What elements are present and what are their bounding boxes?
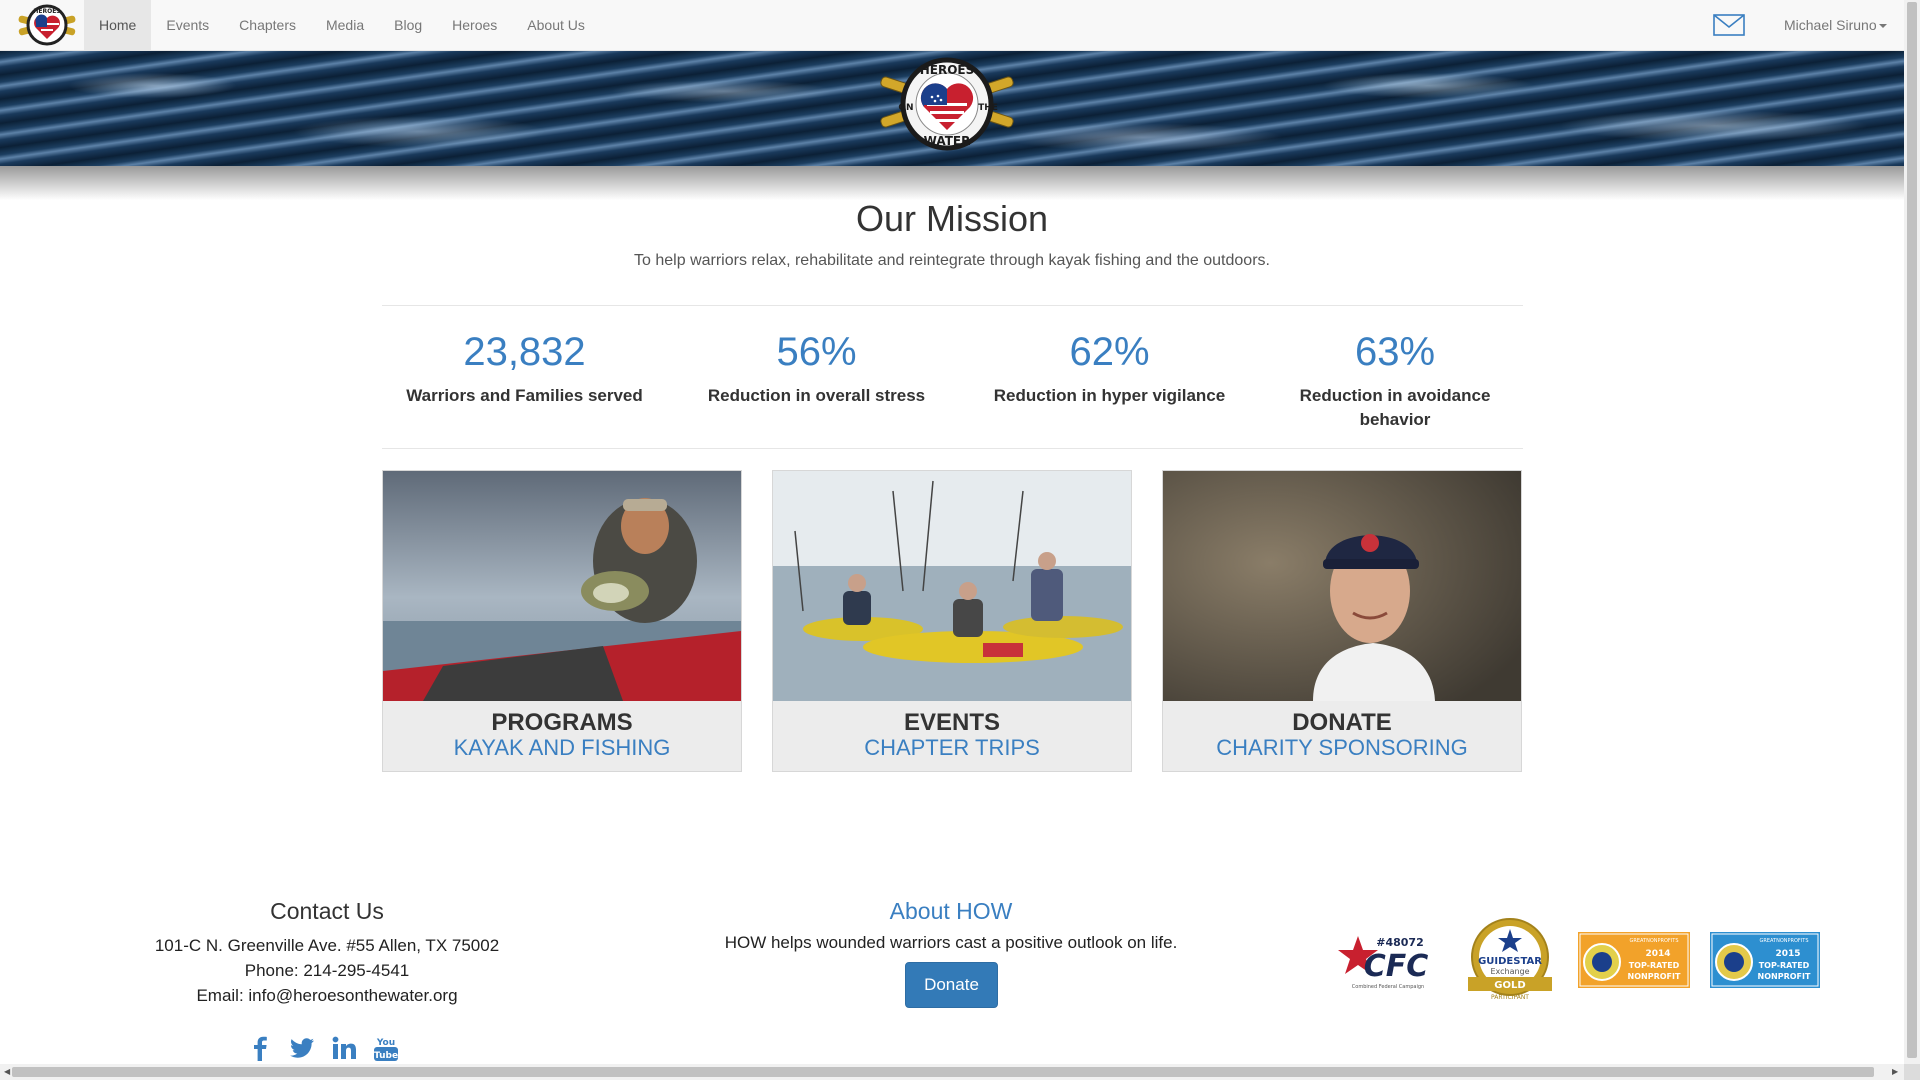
youtube-bottom-text: Tube xyxy=(374,1051,398,1061)
stat-value: 23,832 xyxy=(463,330,586,374)
social-links: You Tube xyxy=(246,1034,400,1064)
card-events[interactable]: EVENTS CHAPTER TRIPS xyxy=(772,470,1132,772)
stat-avoidance: 63% Reduction in avoidance behavior xyxy=(1280,324,1510,432)
stats-row: 23,832 Warriors and Families served 56% … xyxy=(382,324,1523,434)
user-name: Michael Siruno xyxy=(1784,17,1877,33)
nav-blog[interactable]: Blog xyxy=(379,0,437,50)
stat-hyper-vigilance: 62% Reduction in hyper vigilance xyxy=(967,324,1252,408)
horizontal-scroll-thumb[interactable] xyxy=(12,1067,1874,1077)
hero-logo-left-text: ON xyxy=(898,103,913,113)
facebook-icon[interactable] xyxy=(246,1034,274,1062)
stat-label: Warriors and Families served xyxy=(406,386,643,405)
youtube-top-text: You xyxy=(376,1038,395,1048)
hero-logo-bottom-text: WATER xyxy=(924,134,971,148)
nav-about-us[interactable]: About Us xyxy=(512,0,600,50)
gnp-2015-line2: NONPROFIT xyxy=(1758,972,1811,981)
card-image-volunteer-portrait xyxy=(1163,471,1521,701)
card-title: DONATE xyxy=(1292,709,1392,736)
linkedin-icon[interactable] xyxy=(330,1034,358,1062)
hero-logo-right-text: THE xyxy=(978,103,998,113)
stat-warriors: 23,832 Warriors and Families served xyxy=(382,324,667,408)
scroll-right-arrow-icon[interactable]: ▶ xyxy=(1892,1064,1898,1080)
scroll-left-arrow-icon[interactable]: ◀ xyxy=(4,1064,10,1080)
cfc-small-text: Combined Federal Campaign xyxy=(1352,984,1424,990)
nav-heroes[interactable]: Heroes xyxy=(437,0,512,50)
gnp-2014-brand: GREATNONPROFITS xyxy=(1629,938,1678,944)
vertical-scrollbar[interactable] xyxy=(1904,0,1920,1064)
gnp-2015-brand: GREATNONPROFITS xyxy=(1759,938,1808,944)
logo-top-text: HEROES xyxy=(33,8,60,15)
nav-chapters[interactable]: Chapters xyxy=(224,0,311,50)
stat-value: 62% xyxy=(1069,330,1150,374)
card-subtitle: KAYAK AND FISHING xyxy=(453,735,671,760)
envelope-icon[interactable] xyxy=(1713,14,1745,36)
nav-events[interactable]: Events xyxy=(151,0,224,50)
twitter-icon[interactable] xyxy=(288,1034,316,1062)
guidestar-participant: PARTICIPANT xyxy=(1491,994,1529,1001)
mission-text: To help warriors relax, rehabilitate and… xyxy=(634,252,1270,269)
gnp-2014-year: 2014 xyxy=(1645,949,1670,959)
gnp-2015-year: 2015 xyxy=(1775,949,1800,959)
top-navbar: HEROES Home Events Chapters Media Blog H… xyxy=(0,0,1904,51)
scrollbar-corner xyxy=(1904,1064,1920,1080)
card-donate[interactable]: DONATE CHARITY SPONSORING xyxy=(1162,470,1522,772)
card-title: EVENTS xyxy=(903,709,1001,736)
cfc-badge[interactable]: #48072 CFC Combined Federal Campaign xyxy=(1338,928,1438,998)
stat-label: Reduction in hyper vigilance xyxy=(993,386,1226,405)
card-subtitle: CHAPTER TRIPS xyxy=(864,735,1040,760)
nav-home[interactable]: Home xyxy=(84,0,152,50)
stat-label: Reduction in overall stress xyxy=(707,386,926,405)
gnp-2014-line1: TOP-RATED xyxy=(1629,961,1680,970)
card-programs[interactable]: PROGRAMS KAYAK AND FISHING xyxy=(382,470,742,772)
stat-value: 63% xyxy=(1354,330,1436,374)
guidestar-badge[interactable]: GUIDESTAR Exchange GOLD PARTICIPANT xyxy=(1452,917,1568,1001)
contact-address: 101-C N. Greenville Ave. #55 Allen, TX 7… xyxy=(154,936,500,955)
donate-button[interactable]: Donate xyxy=(905,962,998,1008)
divider-top xyxy=(382,305,1523,306)
horizontal-scrollbar[interactable]: ◀ ▶ xyxy=(0,1064,1904,1080)
nav-media[interactable]: Media xyxy=(311,0,379,50)
contact-title: Contact Us xyxy=(270,898,384,924)
stat-label: Reduction in avoidance behavior xyxy=(1299,386,1491,429)
guidestar-name: GUIDESTAR xyxy=(1478,956,1542,967)
gnp-2014-line2: NONPROFIT xyxy=(1628,972,1681,981)
youtube-icon[interactable]: You Tube xyxy=(372,1034,400,1062)
card-image-kayak-angler xyxy=(383,471,741,701)
user-menu[interactable]: Michael Siruno xyxy=(1784,0,1887,50)
about-title[interactable]: About HOW xyxy=(700,898,1202,925)
mission-title: Our Mission xyxy=(855,198,1049,239)
guidestar-level: GOLD xyxy=(1494,980,1525,991)
gnp-2015-line1: TOP-RATED xyxy=(1759,961,1810,970)
divider-bottom xyxy=(382,448,1523,449)
site-logo[interactable]: HEROES xyxy=(12,1,82,49)
card-title: PROGRAMS xyxy=(491,709,633,736)
card-image-kayak-group xyxy=(773,471,1131,701)
hero-logo: HEROES ON THE WATER xyxy=(880,57,1014,151)
guidestar-exchange: Exchange xyxy=(1490,967,1529,976)
contact-phone: Phone: 214-295-4541 xyxy=(244,961,410,980)
greatnonprofits-2014-badge[interactable]: GREATNONPROFITS 2014 TOP-RATED NONPROFIT xyxy=(1578,932,1690,988)
greatnonprofits-2015-badge[interactable]: GREATNONPROFITS 2015 TOP-RATED NONPROFIT xyxy=(1710,932,1820,988)
main-nav: Home Events Chapters Media Blog Heroes A… xyxy=(84,0,600,50)
caret-down-icon xyxy=(1878,24,1887,29)
cfc-name: CFC xyxy=(1364,949,1429,984)
card-subtitle: CHARITY SPONSORING xyxy=(1216,735,1468,760)
cfc-number: #48072 xyxy=(1376,936,1424,949)
stat-value: 56% xyxy=(776,330,857,374)
about-text: HOW helps wounded warriors cast a positi… xyxy=(724,933,1178,952)
contact-email[interactable]: Email: info@heroesonthewater.org xyxy=(100,986,554,1006)
vertical-scroll-thumb[interactable] xyxy=(1907,2,1917,1058)
hero-logo-top-text: HEROES xyxy=(920,63,975,77)
hero-shadow xyxy=(0,166,1904,200)
stat-stress: 56% Reduction in overall stress xyxy=(674,324,959,408)
